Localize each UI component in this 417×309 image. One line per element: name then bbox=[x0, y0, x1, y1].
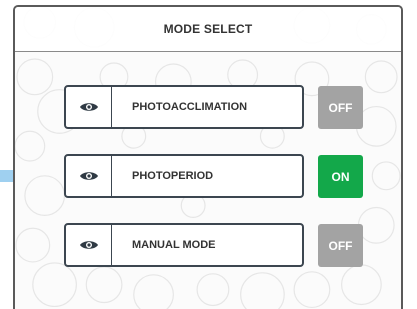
mode-label: PHOTOACCLIMATION bbox=[132, 101, 248, 113]
eye-icon bbox=[79, 172, 98, 180]
mode-label: MANUAL MODE bbox=[132, 239, 216, 251]
mode-row-photoperiod[interactable]: PHOTOPERIOD bbox=[64, 154, 304, 198]
mode-label: PHOTOPERIOD bbox=[132, 170, 214, 182]
header-bar: MODE SELECT bbox=[15, 7, 401, 52]
page-title: MODE SELECT bbox=[163, 22, 253, 36]
eye-button[interactable] bbox=[66, 87, 112, 127]
toggle-photoperiod[interactable]: ON bbox=[318, 155, 363, 198]
eye-button[interactable] bbox=[66, 156, 112, 196]
eye-icon bbox=[79, 241, 98, 249]
toggle-manual-mode[interactable]: OFF bbox=[318, 224, 363, 267]
eye-button[interactable] bbox=[66, 225, 112, 265]
mode-row-photoacclimation[interactable]: PHOTOACCLIMATION bbox=[64, 85, 304, 129]
device-screen: MODE SELECT PHOTOACCLIMATION OFF PHOTOPE… bbox=[13, 5, 403, 309]
mode-row-manual-mode[interactable]: MANUAL MODE bbox=[64, 223, 304, 267]
eye-icon bbox=[79, 103, 98, 111]
toggle-photoacclimation[interactable]: OFF bbox=[318, 86, 363, 129]
